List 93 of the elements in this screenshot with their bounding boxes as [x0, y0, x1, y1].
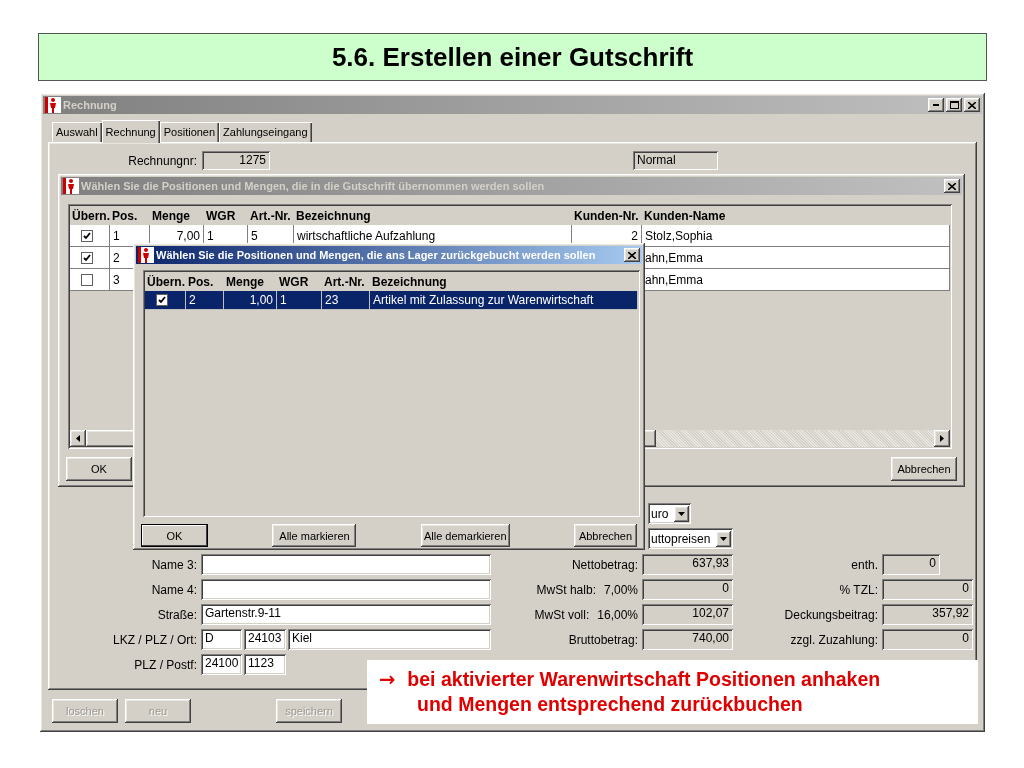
input-field[interactable]: D [201, 629, 242, 650]
amount-field: 0 [882, 629, 973, 650]
checkbox[interactable] [81, 229, 93, 242]
figure-icon [138, 247, 154, 263]
callout-text: und Mengen entsprechend zurückbuchen [416, 693, 804, 716]
callout-arrow: → [379, 668, 396, 691]
close-icon [968, 101, 976, 109]
tab[interactable]: Zahlungseingang [219, 122, 312, 142]
amount-field: 637,93 [642, 554, 733, 575]
dialog-button[interactable]: Abbrechen [891, 457, 957, 481]
figure-icon [63, 178, 79, 194]
close-button[interactable] [964, 98, 980, 112]
column-header: Art.-Nr. [249, 208, 292, 223]
column-header: Menge [151, 208, 191, 223]
column-header: Bezeichnung [295, 208, 372, 223]
minimize-icon [933, 104, 939, 106]
table-cell: ahn,Emma [642, 269, 950, 291]
checkbox[interactable] [81, 251, 93, 264]
dialog-button[interactable]: Abbrechen [574, 524, 637, 547]
field-label: Rechnungnr: [127, 153, 197, 168]
field-label: Deckungsbeitrag: [783, 607, 878, 622]
column-header: Pos. [111, 208, 139, 223]
amount-field: 740,00 [642, 629, 733, 650]
column-header: Menge [225, 274, 265, 289]
column-header: WGR [205, 208, 237, 223]
currency-dropdown[interactable]: uro [648, 503, 692, 524]
figure-icon [45, 97, 61, 113]
table-cell: 23 [322, 291, 370, 310]
field-label: % TZL: [838, 582, 878, 597]
field-label: MwSt voll: [534, 607, 590, 622]
minimize-button[interactable] [928, 98, 944, 112]
field-label: zzgl. Zuzahlung: [789, 632, 878, 647]
amount-field: 357,92 [882, 604, 973, 625]
dialog-button[interactable]: OK [66, 457, 132, 481]
column-header: Übern. [71, 208, 110, 223]
amount-field: 0 [882, 579, 973, 600]
input-field[interactable]: Kiel [288, 629, 491, 650]
amount-field: 0 [642, 579, 733, 600]
invoice-type-field: Normal [633, 151, 718, 170]
input-field[interactable]: 24100 [201, 654, 242, 675]
table-cell: ahn,Emma [642, 247, 950, 269]
field-label: MwSt halb: [536, 582, 596, 597]
field-label: PLZ / Postf: [133, 657, 197, 672]
amount-field: 102,07 [642, 604, 733, 625]
close-button[interactable] [944, 179, 960, 193]
close-icon [628, 251, 636, 259]
price-mode-dropdown[interactable]: uttopreisen [648, 528, 734, 549]
input-field[interactable]: 1123 [244, 654, 286, 675]
callout-text: bei aktivierter Warenwirtschaft Positionen anhaken [407, 668, 881, 691]
slide-title: 5.6. Erstellen einer Gutschrift [331, 41, 694, 73]
window-title: Rechnung [63, 99, 117, 111]
field-label: Straße: [156, 607, 197, 622]
maximize-button[interactable] [946, 98, 962, 112]
table-cell: 2 [186, 291, 224, 310]
field-label: enth. [850, 557, 878, 572]
window-title: Wählen Sie die Positionen und Mengen, die ans Lager zurückgebucht werden sollen [156, 249, 596, 261]
table-cell: 1 [277, 291, 322, 310]
tax-rate: 7,00% [603, 582, 638, 597]
invoice-number-field: 1275 [202, 151, 270, 170]
checkbox[interactable] [81, 273, 93, 286]
table-cell: 1 [110, 225, 150, 247]
checkbox[interactable] [156, 294, 168, 306]
dialog-button[interactable]: OK [141, 524, 208, 547]
column-header: Art.-Nr. [323, 274, 366, 289]
dialog-button[interactable]: Alle demarkieren [420, 524, 510, 547]
input-field[interactable]: Gartenstr.9-11 [201, 604, 491, 625]
amount-field: 0 [882, 554, 940, 575]
close-button[interactable] [624, 248, 640, 262]
input-field[interactable] [201, 554, 491, 575]
column-header: Pos. [187, 274, 215, 289]
close-icon [948, 182, 956, 190]
tax-rate: 16,00% [597, 607, 638, 622]
table-cell: Stolz,Sophia [642, 225, 950, 247]
column-header: Kunden-Name [643, 208, 727, 223]
input-field[interactable] [201, 579, 491, 600]
table-cell: Artikel mit Zulassung zur Warenwirtschaft [370, 291, 638, 310]
scroll-right-icon[interactable] [934, 430, 950, 447]
column-header: Kunden-Nr. [573, 208, 640, 223]
maximize-icon [949, 101, 959, 109]
field-label: Nettobetrag: [571, 557, 638, 572]
field-label: LKZ / PLZ / Ort: [111, 632, 197, 647]
table-cell: 1,00 [224, 291, 277, 310]
tab[interactable]: Rechnung [101, 120, 160, 143]
scroll-left-icon[interactable] [70, 430, 86, 447]
column-header: WGR [278, 274, 310, 289]
field-label: Name 3: [150, 557, 197, 572]
field-label: Bruttobetrag: [568, 632, 638, 647]
tab[interactable]: Positionen [159, 122, 220, 142]
dialog-button[interactable]: Alle markieren [272, 524, 357, 547]
field-label: Name 4: [150, 582, 197, 597]
column-header: Bezeichnung [371, 274, 448, 289]
input-field[interactable]: 24103 [244, 629, 286, 650]
tab[interactable]: Auswahl [52, 122, 102, 142]
